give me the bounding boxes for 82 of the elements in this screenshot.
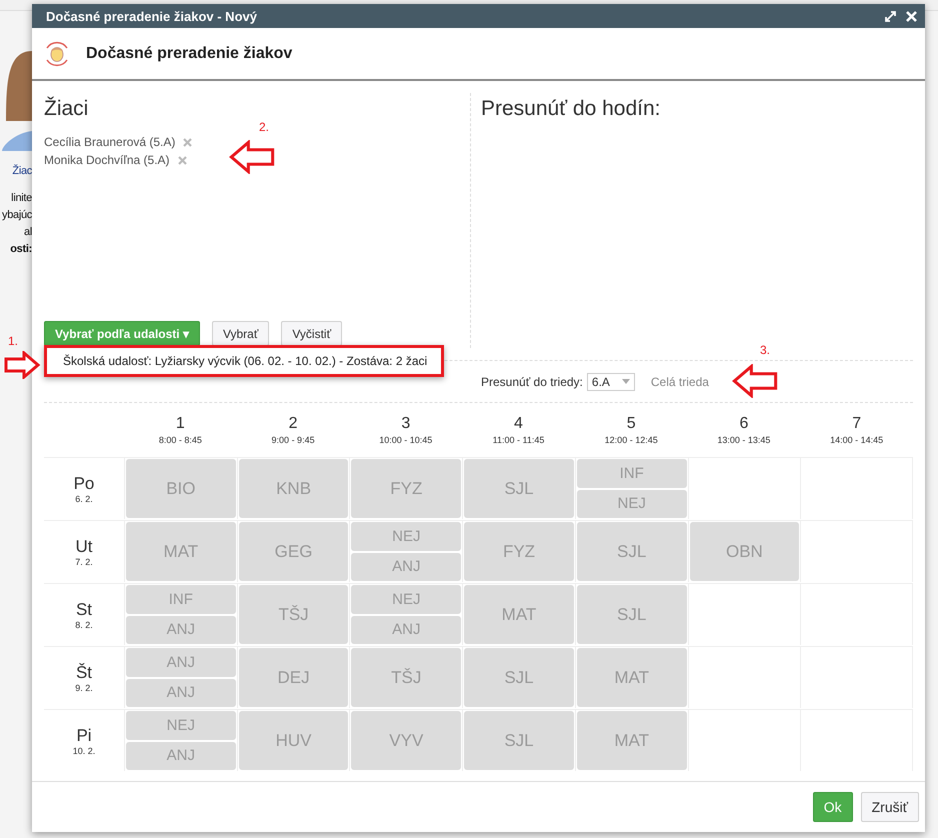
target-heading: Presunúť do hodín: xyxy=(481,97,662,121)
background-text: osti: xyxy=(10,242,32,257)
lesson-block[interactable]: SJL xyxy=(464,711,574,770)
day-label: St xyxy=(76,600,92,620)
lesson-block[interactable]: NEJ xyxy=(351,522,462,550)
period-number: 4 xyxy=(514,415,523,433)
period-time: 13:00 - 13:45 xyxy=(717,435,770,445)
class-select[interactable]: 6.A xyxy=(586,372,635,390)
lesson-block[interactable]: DEJ xyxy=(238,648,348,707)
period-time: 10:00 - 10:45 xyxy=(379,435,432,445)
annotation-number: 2. xyxy=(259,120,270,134)
lesson-block[interactable]: MAT xyxy=(126,522,236,581)
lesson-block[interactable]: HUV xyxy=(238,711,348,770)
select-button[interactable]: Vybrať xyxy=(212,321,270,346)
annotation-number: 3. xyxy=(760,343,770,357)
student-name: Monika Dochvíľna (5.A) xyxy=(44,153,170,167)
dialog-heading: Dočasné preradenie žiakov xyxy=(86,44,292,62)
period-time: 12:00 - 12:45 xyxy=(604,435,658,445)
day-label: Ut xyxy=(76,537,92,557)
period-number: 5 xyxy=(626,415,636,433)
lesson-block[interactable]: ANJ xyxy=(126,648,236,676)
annotation-number: 1. xyxy=(8,334,18,348)
lesson-block[interactable]: MAT xyxy=(576,648,687,707)
lesson-block[interactable]: SJL xyxy=(464,459,574,518)
lesson-block[interactable]: VYV xyxy=(351,711,462,770)
select-button[interactable]: Vybrať podľa udalosti ▾ xyxy=(44,321,200,346)
lesson-block[interactable]: BIO xyxy=(126,459,236,518)
lesson-block[interactable]: TŠJ xyxy=(351,648,462,707)
period-time: 14:00 - 14:45 xyxy=(830,435,884,445)
lesson-block[interactable]: NEJ xyxy=(126,711,236,740)
period-time: 9:00 - 9:45 xyxy=(272,435,315,445)
lesson-block[interactable]: TŠJ xyxy=(238,585,348,644)
period-number: 6 xyxy=(739,415,748,433)
lesson-block[interactable]: ANJ xyxy=(126,742,236,770)
lesson-block[interactable]: INF xyxy=(576,459,687,488)
lesson-block[interactable]: SJL xyxy=(576,585,687,644)
window-title: Dočasné preradenie žiakov - Nový xyxy=(46,8,257,24)
lesson-block[interactable]: OBN xyxy=(690,522,800,581)
period-time: 8:00 - 8:45 xyxy=(158,435,202,445)
day-label: Po xyxy=(74,474,94,494)
select-button[interactable]: Vyčistiť xyxy=(281,321,342,346)
lesson-block[interactable]: MAT xyxy=(576,711,687,770)
lesson-block[interactable]: SJL xyxy=(464,648,574,707)
lesson-block[interactable]: FYZ xyxy=(464,522,574,581)
period-number: 1 xyxy=(176,415,185,433)
whole-class-link[interactable]: Celá trieda xyxy=(650,374,709,388)
day-date: 9. 2. xyxy=(75,683,93,693)
period-number: 3 xyxy=(401,415,410,433)
period-number: 7 xyxy=(852,415,862,433)
period-time: 11:00 - 11:45 xyxy=(492,435,544,445)
event-menu-item[interactable]: Školská udalosť: Lyžiarsky výcvik (06. 02. - 10. 02.) - Zostáva: 2 žaci xyxy=(63,354,428,368)
day-date: 10. 2. xyxy=(72,746,96,756)
lesson-block[interactable]: ANJ xyxy=(126,616,236,644)
background-text: Žiac xyxy=(12,163,32,179)
lesson-block[interactable]: SJL xyxy=(576,522,687,581)
background-text: al xyxy=(24,225,32,240)
lesson-block[interactable]: INF xyxy=(126,585,236,614)
lesson-block[interactable]: ANJ xyxy=(126,678,236,707)
day-label: Št xyxy=(76,663,92,683)
day-label: Pi xyxy=(76,726,92,746)
period-number: 2 xyxy=(288,415,298,433)
cancel-button[interactable]: Zrušiť xyxy=(860,792,919,822)
day-date: 8. 2. xyxy=(75,620,93,630)
lesson-block[interactable]: NEJ xyxy=(351,585,462,614)
lesson-block[interactable]: MAT xyxy=(464,585,574,644)
ok-button[interactable]: Ok xyxy=(812,792,853,822)
lesson-block[interactable]: KNB xyxy=(238,459,348,518)
student-name: Cecília Braunerová (5.A) xyxy=(44,135,176,149)
background-text: ybajúc xyxy=(2,208,32,223)
students-heading: Žiaci xyxy=(44,97,90,121)
day-date: 6. 2. xyxy=(75,494,93,504)
background-text: linite xyxy=(11,191,32,206)
day-date: 7. 2. xyxy=(75,557,93,567)
lesson-block[interactable]: ANJ xyxy=(351,616,462,644)
lesson-block[interactable]: NEJ xyxy=(576,490,687,518)
maximize-icon[interactable] xyxy=(885,10,896,22)
lesson-block[interactable]: ANJ xyxy=(351,552,462,581)
caret-icon xyxy=(622,379,630,384)
lesson-block[interactable]: GEG xyxy=(238,522,348,581)
class-label: Presunúť do triedy: xyxy=(481,374,583,388)
close-icon[interactable] xyxy=(906,10,917,22)
lesson-block[interactable]: FYZ xyxy=(351,459,462,518)
